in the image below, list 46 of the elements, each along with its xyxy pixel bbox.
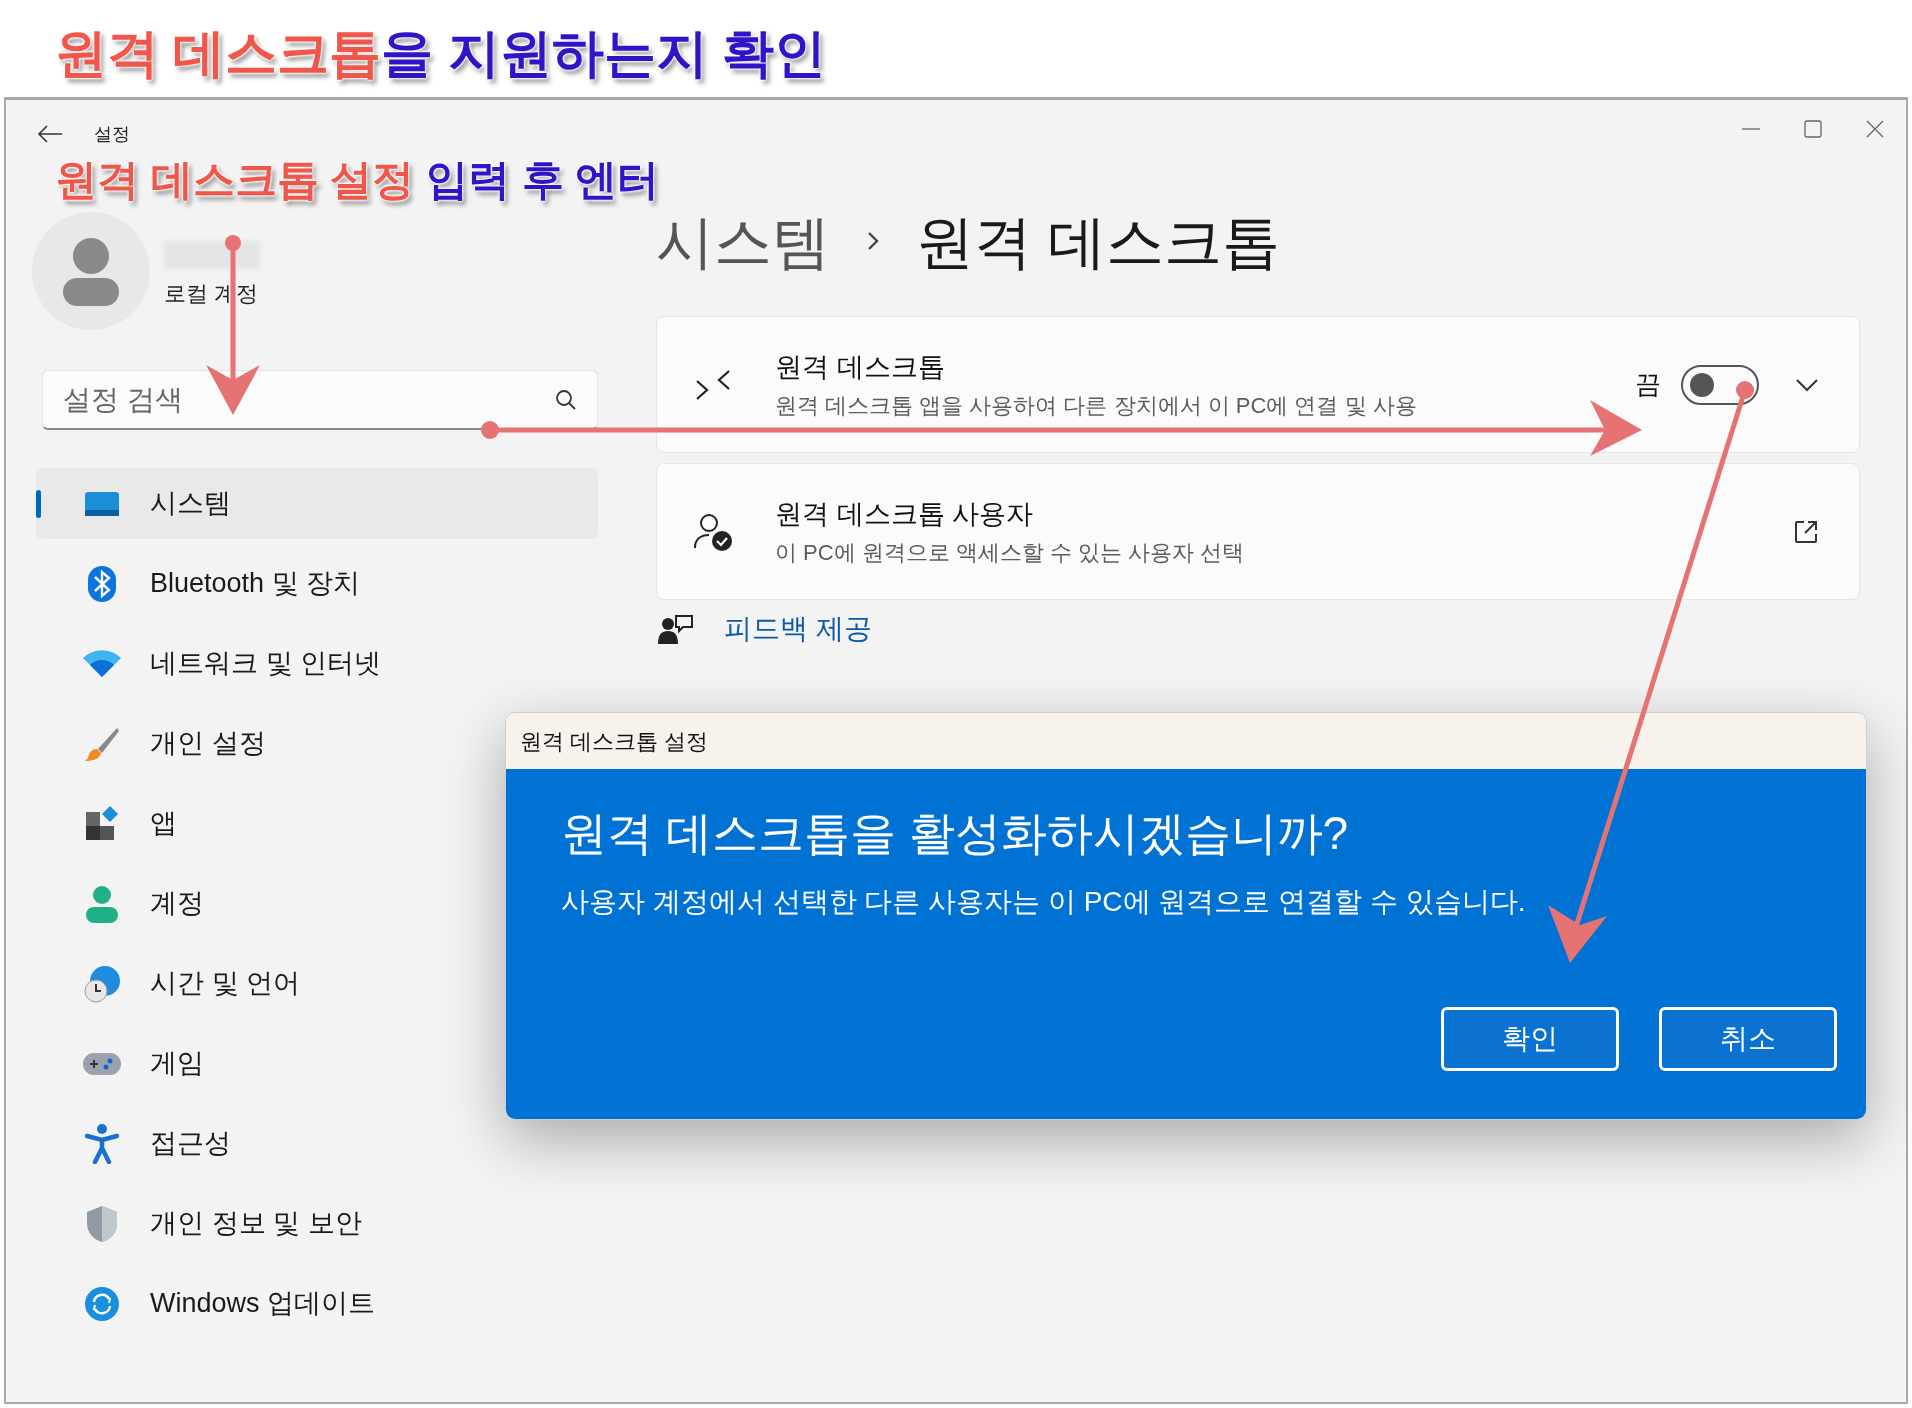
card-description: 이 PC에 원격으로 액세스할 수 있는 사용자 선택 bbox=[775, 539, 1246, 568]
nav-item[interactable]: 시스템 bbox=[36, 468, 598, 539]
chevron-down-icon[interactable] bbox=[1795, 377, 1819, 392]
nav-item[interactable]: Bluetooth 및 장치 bbox=[36, 548, 598, 619]
dialog-message: 사용자 계정에서 선택한 다른 사용자는 이 PC에 원격으로 연결할 수 있습니다. bbox=[561, 884, 1527, 919]
page-title: 원격 데스크톱 bbox=[916, 207, 1281, 276]
annotation-text-part: 원격 데스크톱 설정 bbox=[55, 155, 415, 205]
nav-item[interactable]: 게임 bbox=[36, 1028, 598, 1099]
monitor-icon bbox=[84, 489, 120, 518]
nav-item[interactable]: 개인 정보 및 보안 bbox=[36, 1188, 598, 1259]
back-arrow-icon[interactable] bbox=[36, 124, 64, 144]
search-field[interactable]: 설정 검색 bbox=[42, 370, 598, 430]
apps-icon bbox=[84, 805, 120, 842]
shield-icon bbox=[85, 1204, 119, 1243]
search-icon bbox=[554, 388, 578, 412]
globe-clock-icon bbox=[83, 964, 121, 1003]
wifi-icon bbox=[82, 648, 122, 679]
dialog-heading: 원격 데스크톱을 활성화하시겠습니까? bbox=[561, 806, 1350, 861]
selection-indicator bbox=[36, 490, 41, 518]
annotation-text-part: 원격 데스크톱 bbox=[55, 23, 382, 84]
nav-item[interactable]: 네트워크 및 인터넷 bbox=[36, 628, 598, 699]
feedback-icon bbox=[658, 614, 694, 644]
window-title: 설정 bbox=[94, 122, 130, 146]
nav-item[interactable]: 접근성 bbox=[36, 1108, 598, 1179]
dialog-button[interactable]: 확인 bbox=[1441, 1006, 1619, 1071]
person-icon bbox=[61, 236, 121, 306]
settings-card[interactable]: 원격 데스크톱 원격 데스크톱 앱을 사용하여 다른 장치에서 이 PC에 연결 및 사용 끔 bbox=[656, 316, 1860, 453]
close-icon[interactable] bbox=[1864, 118, 1886, 140]
feedback-link[interactable]: 피드백 제공 bbox=[724, 608, 872, 650]
sync-icon bbox=[84, 1285, 120, 1322]
toggle-state-label: 끔 bbox=[1635, 368, 1661, 401]
accessibility-icon bbox=[85, 1123, 119, 1164]
settings-card[interactable]: 원격 데스크톱 사용자 이 PC에 원격으로 액세스할 수 있는 사용자 선택 bbox=[656, 463, 1860, 600]
external-link-icon[interactable] bbox=[1793, 518, 1819, 545]
nav-item[interactable]: Windows 업데이트 bbox=[36, 1268, 598, 1339]
maximize-icon[interactable] bbox=[1802, 118, 1824, 140]
card-title: 원격 데스크톱 bbox=[775, 350, 946, 384]
annotation-text-part: 을 지원하는지 확인 bbox=[381, 23, 827, 84]
dialog-button[interactable]: 취소 bbox=[1659, 1006, 1837, 1071]
card-title: 원격 데스크톱 사용자 bbox=[775, 497, 1034, 531]
bluetooth-icon bbox=[86, 565, 118, 602]
card-description: 원격 데스크톱 앱을 사용하여 다른 장치에서 이 PC에 연결 및 사용 bbox=[775, 392, 1418, 421]
nav-item[interactable]: 시간 및 언어 bbox=[36, 948, 598, 1019]
person-check-icon bbox=[693, 511, 733, 552]
dialog-title: 원격 데스크톱 설정 bbox=[520, 727, 709, 756]
person-icon bbox=[85, 884, 119, 923]
